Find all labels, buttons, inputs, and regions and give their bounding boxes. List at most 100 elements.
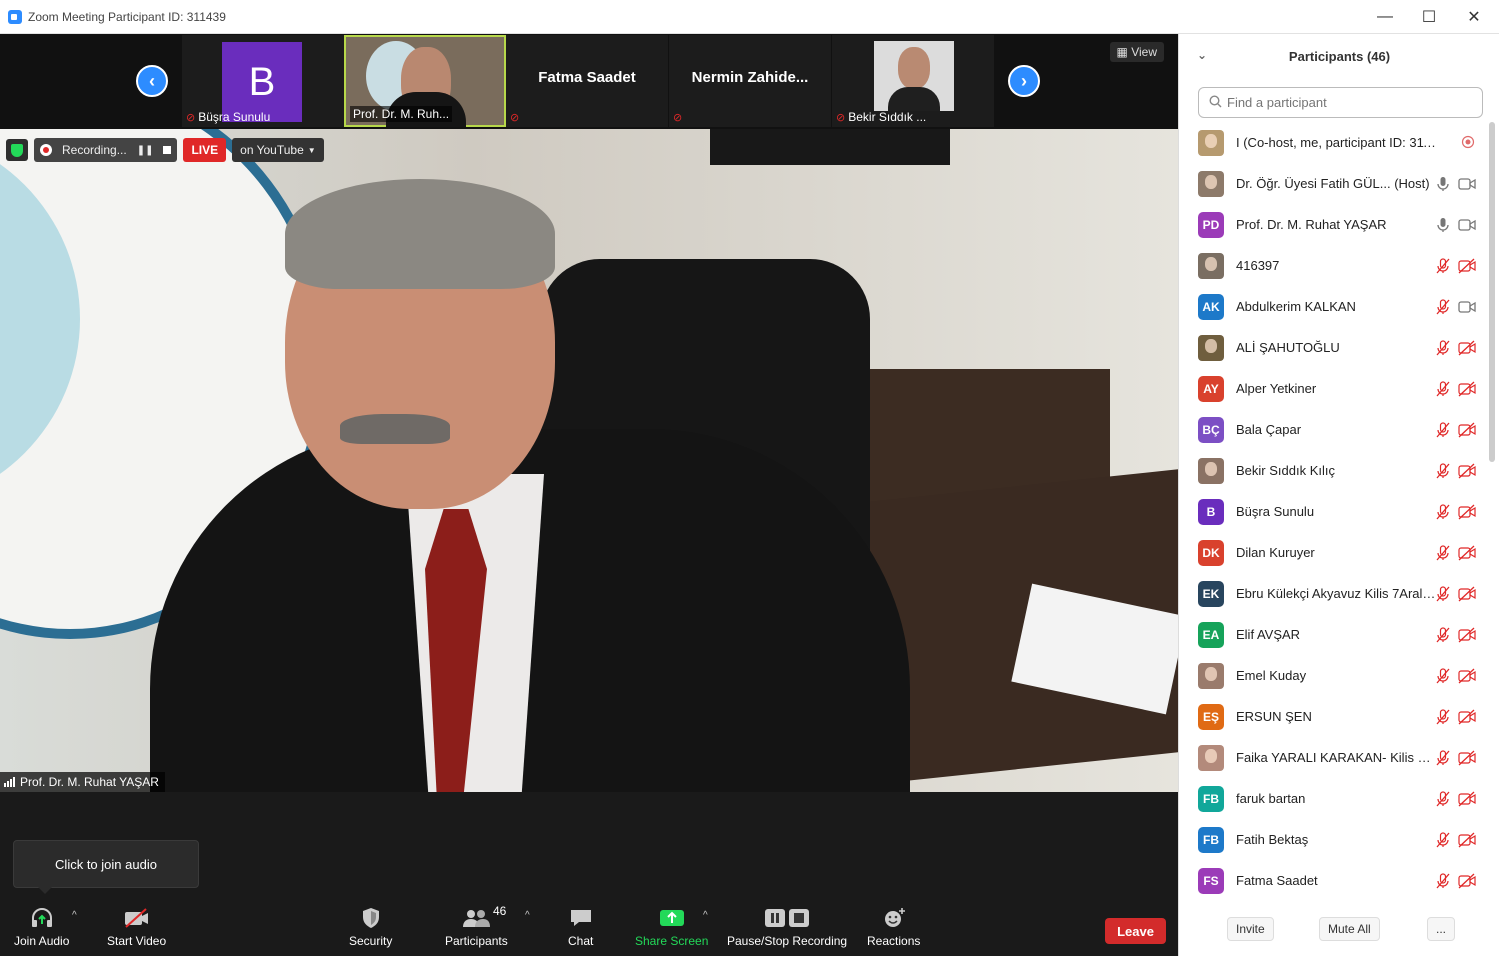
video-tile[interactable]: ⊘ Bekir Sıddık ... [832,35,994,127]
participant-name: Dilan Kuruyer [1236,545,1315,560]
start-video-button[interactable]: Start Video [107,904,166,948]
minimize-button[interactable]: — [1362,0,1408,34]
microphone-muted-icon[interactable] [1435,298,1451,315]
microphone-muted-icon[interactable] [1435,708,1451,725]
maximize-button[interactable]: ☐ [1406,0,1452,34]
encryption-shield-icon[interactable] [6,139,28,161]
chevron-right-icon: › [1021,70,1027,91]
participant-row[interactable]: EK Ebru Külekçi Akyavuz Kilis 7Aralı... [1179,573,1489,614]
participant-row[interactable]: EA Elif AVŞAR [1179,614,1489,655]
participant-row[interactable]: Emel Kuday [1179,655,1489,696]
participant-row[interactable]: ALİ ŞAHUTOĞLU [1179,327,1489,368]
next-page-button[interactable]: › [1008,65,1040,97]
microphone-icon[interactable] [1435,217,1451,233]
participants-options-caret[interactable]: ^ [525,910,530,921]
participant-name: Büşra Sunulu [1236,504,1315,519]
participant-name: faruk bartan [1236,791,1306,806]
participant-name: ERSUN ŞEN [1236,709,1312,724]
participant-row[interactable]: B Büşra Sunulu [1179,491,1489,532]
video-area: ‹ B ⊘ Büşra Sunulu Prof. Dr. M. Ruh... Fa… [0,34,1178,956]
collapse-chevron-icon[interactable]: ⌄ [1197,48,1207,62]
youtube-stream-dropdown[interactable]: on YouTube ▼ [232,138,324,162]
microphone-muted-icon[interactable] [1435,626,1451,643]
microphone-muted-icon[interactable] [1435,667,1451,684]
participant-row[interactable]: AK Abdulkerim KALKAN [1179,286,1489,327]
headphones-icon [30,904,54,932]
microphone-muted-icon[interactable] [1435,503,1451,520]
participant-row[interactable]: I (Co-host, me, participant ID: 311439) [1179,122,1489,163]
participants-button[interactable]: 46 Participants [445,904,508,948]
microphone-muted-icon[interactable] [1435,339,1451,356]
participant-row[interactable]: FB Fatih Bektaş [1179,819,1489,860]
pause-stop-recording-button[interactable]: Pause/Stop Recording [727,904,847,948]
previous-page-button[interactable]: ‹ [136,65,168,97]
participant-row[interactable]: DK Dilan Kuruyer [1179,532,1489,573]
participant-row[interactable]: FS Fatma Saadet [1179,860,1489,901]
participant-avatar: EK [1198,580,1224,607]
microphone-muted-icon[interactable] [1435,831,1451,848]
meeting-toolbar: Join Audio ^ Start Video Security 46 Par… [0,896,1178,956]
camera-off-icon [1458,709,1476,725]
caret-down-icon: ▼ [307,145,316,155]
microphone-muted-icon[interactable] [1435,257,1451,274]
recording-icon [1461,135,1479,151]
participant-row[interactable]: EŞ ERSUN ŞEN [1179,696,1489,737]
participant-row[interactable]: BÇ Bala Çapar [1179,409,1489,450]
more-button[interactable]: ... [1427,917,1456,941]
join-audio-button[interactable]: Join Audio [14,904,69,948]
mute-all-button[interactable]: Mute All [1319,917,1380,941]
participant-row[interactable]: AY Alper Yetkiner [1179,368,1489,409]
camera-off-icon [1458,750,1476,766]
tv-screen [710,129,950,165]
camera-off-icon [1458,545,1476,561]
video-tile[interactable]: Nermin Zahide... ⊘ [669,35,831,127]
stop-icon[interactable] [163,146,172,154]
pause-stop-label: Pause/Stop Recording [727,934,848,948]
participant-avatar: AY [1198,375,1224,402]
microphone-muted-icon[interactable] [1435,585,1451,602]
microphone-muted-icon[interactable] [1435,421,1451,438]
microphone-muted-icon[interactable] [1435,544,1451,561]
security-button[interactable]: Security [349,904,392,948]
share-screen-button[interactable]: Share Screen [635,904,708,948]
camera-off-icon [1458,504,1476,520]
microphone-muted-icon[interactable] [1435,462,1451,479]
participant-name: Bekir Sıddık Kılıç [1236,463,1335,478]
microphone-muted-icon[interactable] [1435,790,1451,807]
participant-avatar: DK [1198,539,1224,566]
scrollbar[interactable] [1489,122,1495,462]
microphone-muted-icon[interactable] [1435,872,1451,889]
search-input[interactable] [1227,95,1467,110]
camera-off-icon [1458,832,1476,848]
chat-button[interactable]: Chat [568,904,593,948]
video-tile-active[interactable]: Prof. Dr. M. Ruh... [344,35,506,127]
participant-search[interactable] [1198,87,1483,118]
close-button[interactable]: ✕ [1451,0,1497,34]
people-icon: 46 [461,904,506,932]
participant-photo [1198,252,1224,279]
join-audio-label: Join Audio [14,934,70,948]
video-tile[interactable]: B ⊘ Büşra Sunulu [182,35,344,127]
invite-button[interactable]: Invite [1227,917,1274,941]
leave-button[interactable]: Leave [1105,918,1166,944]
microphone-muted-icon[interactable] [1435,380,1451,397]
participant-avatar: FB [1198,826,1224,853]
participant-photo [1198,129,1224,156]
microphone-icon[interactable] [1435,176,1451,192]
participant-row[interactable]: Faika YARALI KARAKAN- Kilis 7 ... [1179,737,1489,778]
reactions-button[interactable]: Reactions [867,904,920,948]
microphone-muted-icon[interactable] [1435,749,1451,766]
view-button[interactable]: ▦ View [1109,42,1164,62]
participant-row[interactable]: Bekir Sıddık Kılıç [1179,450,1489,491]
security-label: Security [349,934,393,948]
participant-row[interactable]: Dr. Öğr. Üyesi Fatih GÜL... (Host) [1179,163,1489,204]
share-options-caret[interactable]: ^ [703,910,708,921]
participant-row[interactable]: PD Prof. Dr. M. Ruhat YAŞAR [1179,204,1489,245]
speaker-name-label: Prof. Dr. M. Ruhat YAŞAR [0,772,165,792]
participant-row[interactable]: 416397 [1179,245,1489,286]
participant-name: I (Co-host, me, participant ID: 311439) [1236,135,1436,150]
audio-options-caret[interactable]: ^ [72,910,77,921]
pause-icon[interactable]: ❚❚ [137,145,154,156]
video-tile[interactable]: Fatma Saadet ⊘ [506,35,668,127]
participant-row[interactable]: FB faruk bartan [1179,778,1489,819]
